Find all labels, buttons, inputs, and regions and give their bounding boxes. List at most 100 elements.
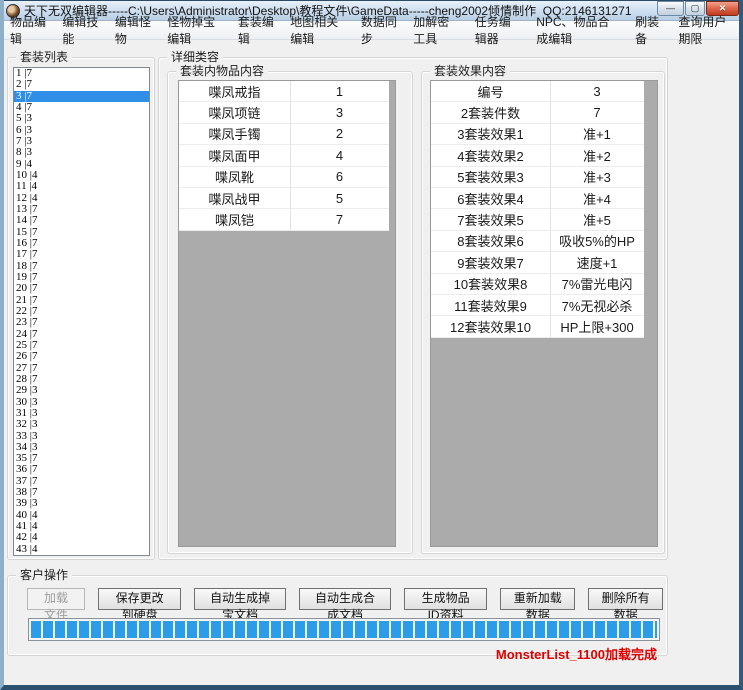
table-cell-value[interactable]: 准+5 [551,209,643,229]
list-item[interactable]: 17 |7 [14,249,149,260]
table-cell-value[interactable]: 1 [291,81,388,101]
table-row[interactable]: 喋凤手镯2 [179,124,389,145]
list-item[interactable]: 7 |3 [14,136,149,147]
table-row[interactable]: 12套装效果10HP上限+300 [431,316,644,337]
table-cell-name[interactable]: 编号 [431,81,551,101]
list-item[interactable]: 6 |3 [14,125,149,136]
table-cell-value[interactable]: 速度+1 [551,252,643,272]
button-row: 加载文件保存更改到硬盘自动生成掉宝文档自动生成合成文档生成物品ID资料重新加载数… [27,588,663,610]
table-cell-name[interactable]: 喋凤战甲 [179,188,291,208]
table-cell-name[interactable]: 喋凤面甲 [179,145,291,165]
list-item[interactable]: 1 |7 [14,68,149,79]
table-row[interactable]: 3套装效果1准+1 [431,124,644,145]
menu-item[interactable]: 怪物掉宝编辑 [159,11,230,49]
table-cell-value[interactable]: 准+4 [551,188,643,208]
suit-list-group: 套装列表 1 |72 |73 |74 |75 |36 |37 |38 |39 |… [7,57,155,560]
list-item[interactable]: 8 |3 [14,147,149,158]
list-item[interactable]: 14 |7 [14,215,149,226]
table-cell-value[interactable]: 2 [291,124,388,144]
table-row[interactable]: 5套装效果3准+3 [431,167,644,188]
table-cell-value[interactable]: 7 [291,209,388,229]
suit-items-grid[interactable]: 喋凤戒指1喋凤项链3喋凤手镯2喋凤面甲4喋凤靴6喋凤战甲5喋凤铠7 [178,80,396,547]
gen-item-id-button[interactable]: 生成物品ID资料 [404,588,487,610]
menu-item[interactable]: 编辑怪物 [107,11,159,49]
list-item[interactable]: 4 |7 [14,102,149,113]
table-cell-name[interactable]: 3套装效果1 [431,124,551,144]
table-row[interactable]: 喋凤靴6 [179,167,389,188]
table-row[interactable]: 喋凤铠7 [179,209,389,230]
list-item[interactable]: 3 |7 [14,91,149,102]
list-item[interactable]: 11 |4 [14,181,149,192]
table-cell-name[interactable]: 9套装效果7 [431,252,551,272]
table-cell-name[interactable]: 11套装效果9 [431,295,551,315]
table-cell-value[interactable]: 吸收5%的HP [551,231,643,251]
load-file-button[interactable]: 加载文件 [27,588,85,610]
table-cell-value[interactable]: 3 [291,102,388,122]
list-item[interactable]: 26 |7 [14,351,149,362]
table-row[interactable]: 7套装效果5准+5 [431,209,644,230]
menu-item[interactable]: 数据同步 [353,11,405,49]
menu-item[interactable]: 查询用户期限 [670,11,741,49]
table-cell-value[interactable]: 5 [291,188,388,208]
table-row[interactable]: 喋凤战甲5 [179,188,389,209]
table-row[interactable]: 喋凤戒指1 [179,81,389,102]
list-item[interactable]: 43 |4 [14,544,149,555]
menu-item[interactable]: 刷装备 [627,11,670,49]
menu-bar: 物品编辑编辑技能编辑怪物怪物掉宝编辑套装编辑地图相关编辑数据同步加解密工具任务编… [0,21,743,40]
table-cell-name[interactable]: 5套装效果3 [431,167,551,187]
table-cell-name[interactable]: 喋凤铠 [179,209,291,229]
list-item[interactable]: 23 |7 [14,317,149,328]
table-cell-name[interactable]: 6套装效果4 [431,188,551,208]
table-row[interactable]: 9套装效果7速度+1 [431,252,644,273]
menu-item[interactable]: 地图相关编辑 [282,11,353,49]
list-item[interactable]: 20 |7 [14,283,149,294]
table-cell-name[interactable]: 2套装件数 [431,102,551,122]
table-row[interactable]: 10套装效果87%雷光电闪 [431,274,644,295]
table-row[interactable]: 编号3 [431,81,644,102]
table-row[interactable]: 喋凤项链3 [179,102,389,123]
list-item[interactable]: 2 |7 [14,79,149,90]
table-row[interactable]: 喋凤面甲4 [179,145,389,166]
list-item[interactable]: 29 |3 [14,385,149,396]
delete-all-button[interactable]: 删除所有数据 [588,588,663,610]
table-cell-value[interactable]: 6 [291,167,388,187]
table-cell-value[interactable]: 准+2 [551,145,643,165]
menu-item[interactable]: 加解密工具 [405,11,467,49]
list-item[interactable]: 5 |3 [14,113,149,124]
table-cell-value[interactable]: HP上限+300 [551,316,643,336]
menu-item[interactable]: 物品编辑 [2,11,54,49]
table-cell-value[interactable]: 3 [551,81,643,101]
suit-effects-grid[interactable]: 编号32套装件数73套装效果1准+14套装效果2准+25套装效果3准+36套装效… [430,80,658,547]
menu-item[interactable]: 编辑技能 [54,11,106,49]
table-row[interactable]: 2套装件数7 [431,102,644,123]
table-cell-name[interactable]: 喋凤戒指 [179,81,291,101]
suit-listbox[interactable]: 1 |72 |73 |74 |75 |36 |37 |38 |39 |410 |… [13,67,150,556]
table-row[interactable]: 11套装效果97%无视必杀 [431,295,644,316]
table-cell-name[interactable]: 10套装效果8 [431,274,551,294]
table-cell-name[interactable]: 喋凤项链 [179,102,291,122]
table-row[interactable]: 6套装效果4准+4 [431,188,644,209]
save-to-disk-button[interactable]: 保存更改到硬盘 [98,588,181,610]
table-cell-value[interactable]: 准+3 [551,167,643,187]
gen-drop-doc-button[interactable]: 自动生成掉宝文档 [194,588,286,610]
table-row[interactable]: 8套装效果6吸收5%的HP [431,231,644,252]
table-cell-name[interactable]: 12套装效果10 [431,316,551,336]
menu-item[interactable]: 套装编辑 [230,11,282,49]
table-cell-name[interactable]: 喋凤靴 [179,167,291,187]
table-cell-name[interactable]: 4套装效果2 [431,145,551,165]
table-cell-name[interactable]: 喋凤手镯 [179,124,291,144]
gen-synth-doc-button[interactable]: 自动生成合成文档 [299,588,391,610]
table-cell-name[interactable]: 7套装效果5 [431,209,551,229]
table-cell-name[interactable]: 8套装效果6 [431,231,551,251]
table-cell-value[interactable]: 7 [551,102,643,122]
menu-item[interactable]: 任务编辑器 [467,11,529,49]
list-item[interactable]: 32 |3 [14,419,149,430]
table-cell-value[interactable]: 准+1 [551,124,643,144]
menu-item[interactable]: NPC、物品合成编辑 [528,11,627,49]
table-cell-value[interactable]: 7%无视必杀 [551,295,643,315]
table-cell-value[interactable]: 7%雷光电闪 [551,274,643,294]
table-cell-value[interactable]: 4 [291,145,388,165]
reload-data-button[interactable]: 重新加载数据 [500,588,575,610]
suit-items-group: 套装内物品内容 喋凤戒指1喋凤项链3喋凤手镯2喋凤面甲4喋凤靴6喋凤战甲5喋凤铠… [167,71,413,554]
table-row[interactable]: 4套装效果2准+2 [431,145,644,166]
